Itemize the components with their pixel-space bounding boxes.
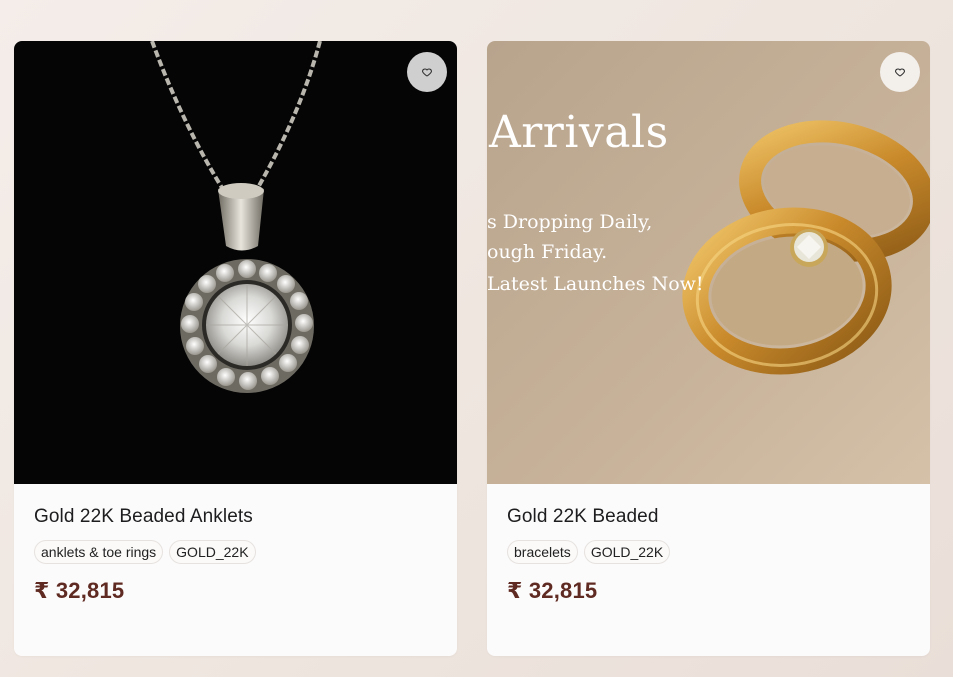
heart-icon (894, 68, 906, 77)
heart-icon (421, 68, 433, 77)
product-card[interactable]: Arrivals s Dropping Daily, ough Friday. … (487, 41, 930, 656)
product-card[interactable]: Gold 22K Beaded Anklets anklets & toe ri… (14, 41, 457, 656)
material-tag: GOLD_22K (583, 540, 671, 564)
pendant-necklace-image (14, 41, 457, 484)
product-image[interactable]: Arrivals s Dropping Daily, ough Friday. … (487, 41, 930, 484)
product-title[interactable]: Gold 22K Beaded Anklets (34, 506, 437, 528)
product-image[interactable] (14, 41, 457, 484)
category-tag: anklets & toe rings (34, 540, 164, 564)
banner-line: ough Friday. (487, 241, 608, 263)
category-tag: bracelets (507, 540, 578, 564)
product-price: ₹ 32,815 (34, 578, 125, 603)
banner-title: Arrivals (489, 107, 669, 158)
product-title[interactable]: Gold 22K Beaded (507, 506, 910, 528)
product-price: ₹ 32,815 (507, 578, 598, 603)
material-tag: GOLD_22K (169, 540, 256, 564)
favorite-button[interactable] (407, 52, 447, 92)
banner-line: Latest Launches Now! (487, 273, 704, 295)
favorite-button[interactable] (880, 52, 920, 92)
banner-line: s Dropping Daily, (487, 211, 653, 233)
